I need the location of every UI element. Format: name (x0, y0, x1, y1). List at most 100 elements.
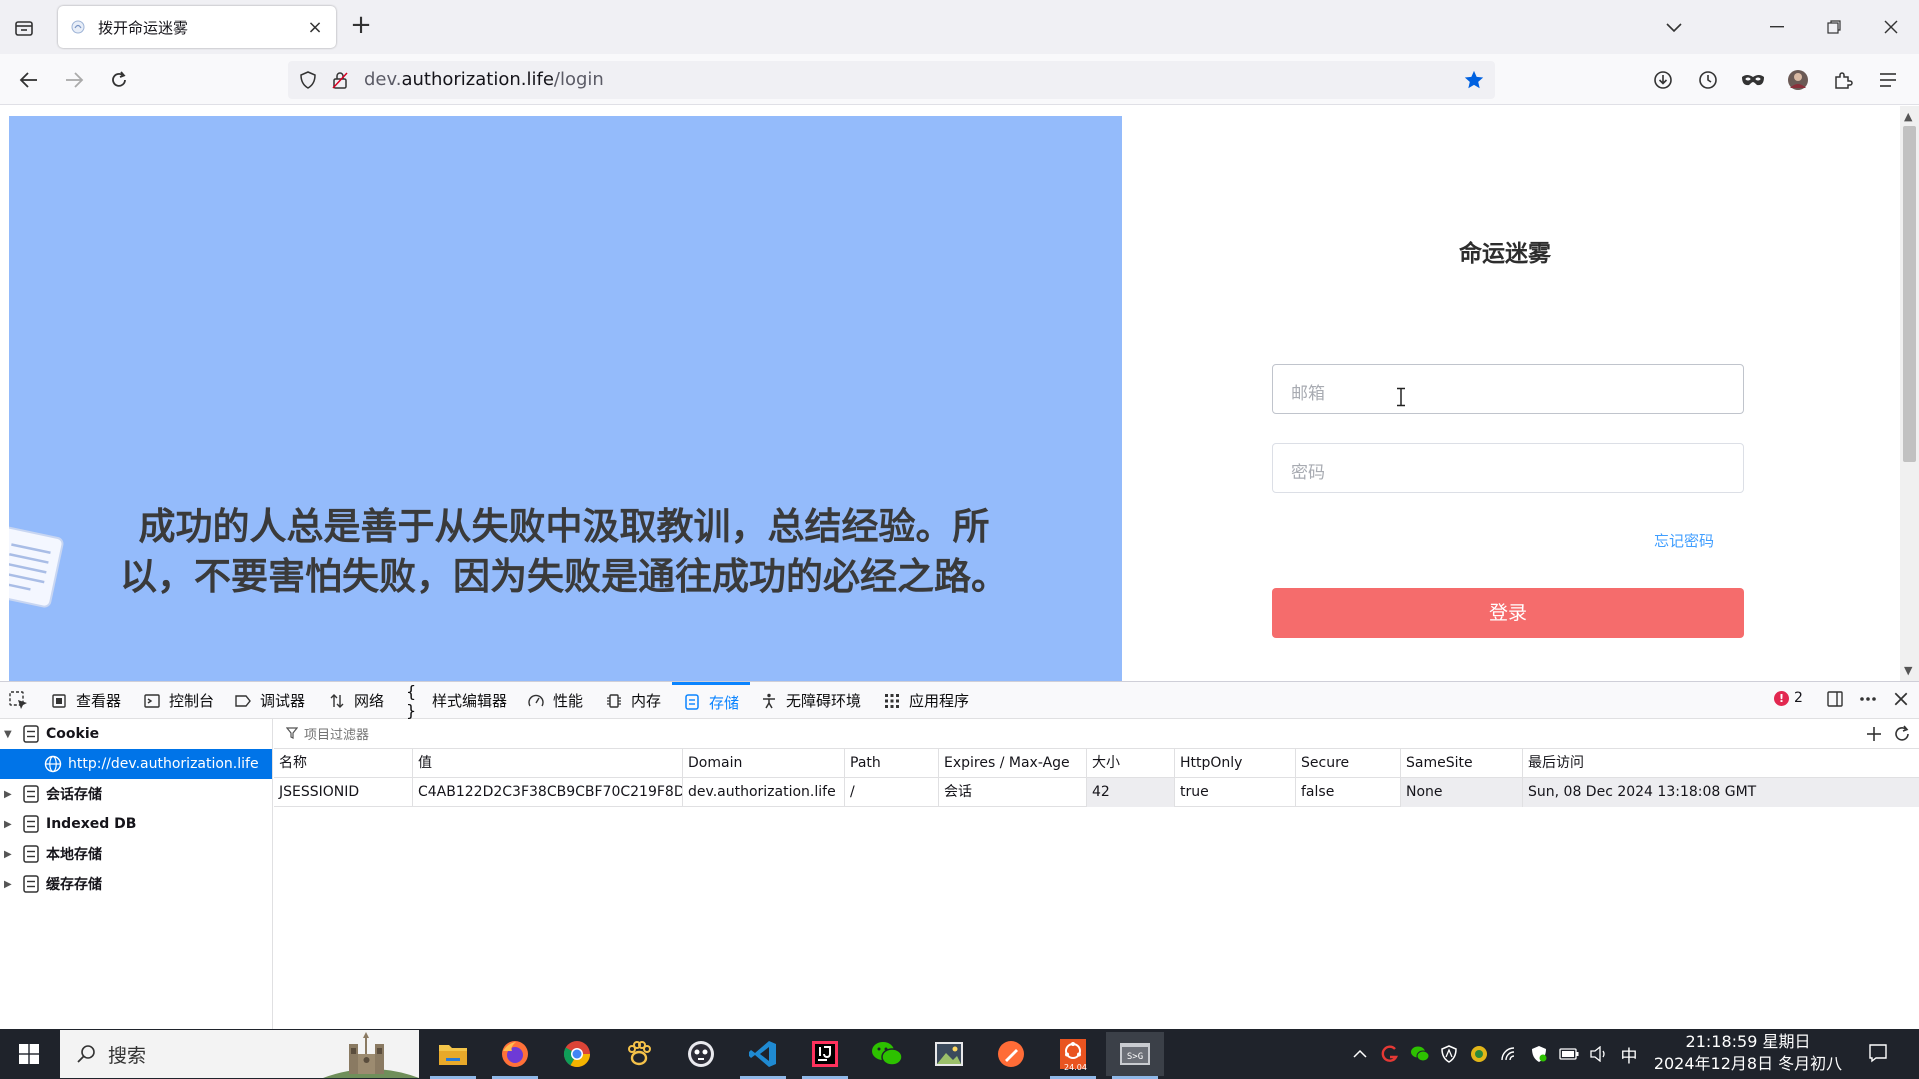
tab-application[interactable]: 应用程序 (883, 682, 969, 719)
page-scrollbar[interactable]: ▲ ▼ (1900, 106, 1919, 681)
tab-accessibility[interactable]: 无障碍环境 (760, 682, 861, 719)
tab-network[interactable]: 网络 (328, 682, 384, 719)
column-header[interactable]: HttpOnly (1175, 749, 1296, 778)
taskbar-wechat[interactable] (858, 1032, 916, 1076)
dock-toggle-icon[interactable] (1826, 690, 1844, 708)
extensions-puzzle-icon[interactable] (1827, 64, 1859, 96)
taskbar-vscode[interactable] (734, 1032, 792, 1079)
column-header[interactable]: 最后访问 (1523, 749, 1919, 778)
tab-debugger[interactable]: 调试器 (234, 682, 305, 719)
taskbar-image-viewer[interactable] (920, 1032, 978, 1076)
forgot-password-link[interactable]: 忘记密码 (1654, 530, 1714, 551)
taskbar-file-explorer[interactable] (424, 1032, 482, 1079)
column-header[interactable]: Expires / Max-Age (939, 749, 1087, 778)
tray-volume-icon[interactable] (1589, 1044, 1609, 1064)
table-row[interactable]: JSESSIONID C4AB122D2C3F38CB9CBF70C219F8D… (274, 778, 1919, 807)
reload-button[interactable] (103, 64, 135, 96)
tray-wechat-icon[interactable] (1410, 1044, 1430, 1064)
back-button[interactable] (13, 64, 45, 96)
ime-indicator[interactable]: 中 (1619, 1044, 1639, 1067)
private-mask-icon[interactable] (1737, 64, 1769, 96)
tab-console[interactable]: 控制台 (143, 682, 214, 719)
restore-button[interactable] (1814, 12, 1854, 42)
tray-app-g-icon[interactable] (1380, 1044, 1400, 1064)
column-header[interactable]: 名称 (274, 749, 413, 778)
filter-input[interactable]: 项目过滤器 (304, 724, 369, 743)
add-item-icon[interactable] (1864, 724, 1884, 744)
tree-item-indexed-db[interactable]: ▶ Indexed DB (0, 809, 272, 839)
taskbar-search-box[interactable]: 搜索 (60, 1030, 419, 1078)
tree-item-origin[interactable]: http://dev.authorization.life (0, 749, 272, 779)
tab-manager-icon[interactable] (10, 14, 38, 42)
bookmark-star-icon[interactable] (1463, 69, 1485, 91)
tab-style-editor[interactable]: { } 样式编辑器 (406, 681, 507, 720)
start-button[interactable] (0, 1029, 58, 1079)
tree-item-cache-storage[interactable]: ▶ 缓存存储 (0, 869, 272, 899)
minimize-button[interactable] (1757, 12, 1797, 42)
filter-icon (286, 727, 298, 739)
address-bar[interactable]: dev.authorization.life/login (288, 61, 1495, 99)
tab-performance[interactable]: 性能 (527, 682, 583, 719)
taskbar-intellij[interactable] (796, 1032, 854, 1079)
tab-close-icon[interactable]: × (306, 17, 324, 38)
list-all-tabs-icon[interactable] (1660, 14, 1688, 42)
collapsed-arrow-icon: ▶ (4, 848, 12, 860)
collapsed-arrow-icon: ▶ (4, 818, 12, 830)
app-menu-icon[interactable] (1872, 64, 1904, 96)
tab-storage[interactable]: 存储 (672, 682, 751, 719)
show-hidden-icons-icon[interactable] (1350, 1044, 1370, 1064)
terminal-window-icon: S>G (1120, 1043, 1150, 1065)
notepad-illustration (9, 526, 64, 608)
downloads-icon[interactable] (1647, 64, 1679, 96)
forward-button[interactable] (58, 64, 90, 96)
column-header[interactable]: Domain (683, 749, 845, 778)
column-header[interactable]: 大小 (1087, 749, 1175, 778)
email-field[interactable]: 邮箱 (1272, 364, 1744, 414)
scroll-up-arrow-icon[interactable]: ▲ (1904, 110, 1912, 123)
search-icon (77, 1045, 95, 1063)
taskbar-terminal-window[interactable]: S>G (1106, 1032, 1164, 1079)
element-picker-icon[interactable] (9, 682, 29, 719)
password-field[interactable]: 密码 (1272, 443, 1744, 493)
taskbar-chrome[interactable] (548, 1032, 606, 1076)
history-icon[interactable] (1692, 64, 1724, 96)
taskbar-baidu-netdisk[interactable] (610, 1032, 668, 1076)
insecure-lock-icon[interactable] (330, 70, 350, 90)
more-options-icon[interactable] (1858, 690, 1878, 708)
tracking-protection-shield-icon[interactable] (298, 70, 318, 90)
tab-inspector[interactable]: 查看器 (50, 682, 121, 719)
tab-memory[interactable]: 内存 (605, 682, 661, 719)
tree-item-local-storage[interactable]: ▶ 本地存储 (0, 839, 272, 869)
tray-battery-icon[interactable] (1559, 1044, 1579, 1064)
tray-vpn-icon[interactable] (1469, 1044, 1489, 1064)
notification-center-icon[interactable] (1868, 1043, 1888, 1063)
column-header[interactable]: SameSite (1401, 749, 1523, 778)
column-header[interactable]: 值 (413, 749, 683, 778)
system-clock[interactable]: 21:18:59 星期日 2024年12月8日 冬月初八 (1648, 1031, 1848, 1075)
refresh-items-icon[interactable] (1892, 724, 1912, 744)
login-title: 命运迷雾 (1459, 241, 1551, 267)
tray-security-icon[interactable] (1529, 1044, 1549, 1064)
cookie-secure: false (1296, 778, 1401, 807)
error-count[interactable]: ! 2 (1774, 690, 1803, 706)
style-editor-icon: { } (406, 681, 417, 720)
new-tab-button[interactable]: + (348, 12, 374, 39)
scrollbar-thumb[interactable] (1903, 126, 1916, 462)
taskbar-postman[interactable] (982, 1032, 1040, 1076)
taskbar-eclipse-app[interactable] (672, 1032, 730, 1076)
taskbar-ubuntu-terminal[interactable]: 24.04 (1044, 1032, 1102, 1079)
column-header[interactable]: Secure (1296, 749, 1401, 778)
tree-item-cookie[interactable]: ▼ Cookie (0, 719, 272, 749)
browser-tab[interactable]: 拨开命运迷雾 × (58, 6, 336, 48)
account-avatar-icon[interactable] (1782, 64, 1814, 96)
scroll-down-arrow-icon[interactable]: ▼ (1904, 664, 1912, 677)
column-header[interactable]: Path (845, 749, 939, 778)
close-devtools-icon[interactable] (1893, 690, 1909, 708)
tree-item-session-storage[interactable]: ▶ 会话存储 (0, 779, 272, 809)
close-window-button[interactable] (1871, 12, 1911, 42)
storage-icon (23, 815, 39, 833)
tray-shield-icon[interactable] (1439, 1044, 1459, 1064)
taskbar-firefox[interactable] (486, 1032, 544, 1079)
login-button[interactable]: 登录 (1272, 588, 1744, 638)
tray-wifi-icon[interactable] (1499, 1044, 1519, 1064)
